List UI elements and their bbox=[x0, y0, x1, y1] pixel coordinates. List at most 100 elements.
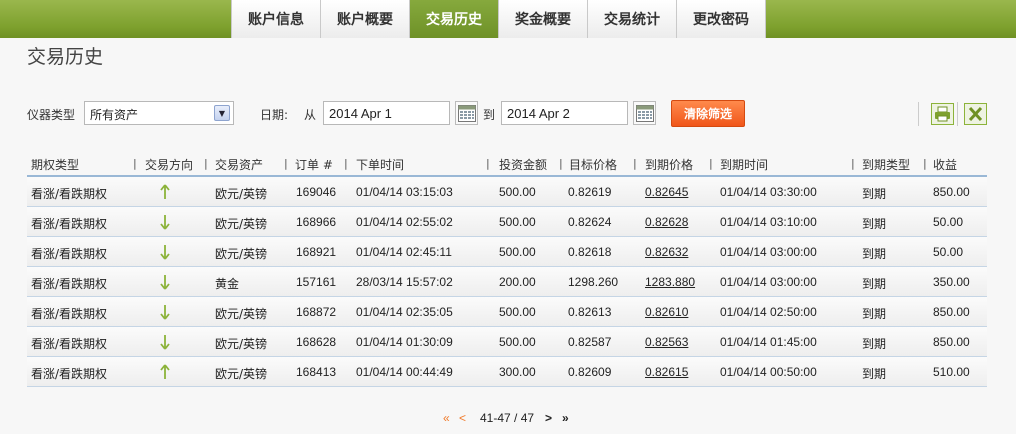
instrument-type-label: 仪器类型 bbox=[27, 108, 76, 122]
cell-order-id: 157161 bbox=[296, 275, 337, 289]
arrow-up-icon bbox=[160, 364, 170, 379]
cell-option-type: 看涨/看跌期权 bbox=[31, 277, 108, 291]
cell-expiry-type: 到期 bbox=[862, 307, 887, 321]
first-page-button[interactable]: « bbox=[443, 411, 450, 425]
cell-expiry-time: 01/04/14 02:50:00 bbox=[720, 305, 817, 319]
cell-expiry-price[interactable]: 0.82563 bbox=[645, 335, 688, 349]
column-header-target-price[interactable]: 目标价格 bbox=[569, 156, 617, 173]
prev-page-button[interactable]: < bbox=[459, 411, 466, 425]
cell-asset: 欧元/英镑 bbox=[215, 217, 268, 231]
top-nav-bar: 账户信息 账户概要 交易历史 奖金概要 交易统计 更改密码 bbox=[0, 0, 1016, 38]
instrument-type-select[interactable]: 所有资产 ▼ bbox=[84, 101, 234, 125]
cell-order-id: 168872 bbox=[296, 305, 337, 319]
cell-profit: 350.00 bbox=[933, 275, 970, 289]
cell-expiry-time: 01/04/14 03:10:00 bbox=[720, 215, 817, 229]
print-button[interactable] bbox=[931, 103, 954, 125]
cell-amount: 200.00 bbox=[499, 275, 536, 289]
table-row: 看涨/看跌期权 欧元/英镑 169046 01/04/14 03:15:03 500.0… bbox=[27, 177, 987, 207]
cell-amount: 500.00 bbox=[499, 335, 536, 349]
cell-order-time: 01/04/14 02:45:11 bbox=[356, 245, 452, 259]
cell-order-id: 168413 bbox=[296, 365, 337, 379]
table-row: 看涨/看跌期权 欧元/英镑 168628 01/04/14 01:30:09 500.0… bbox=[27, 327, 987, 357]
cell-expiry-price[interactable]: 0.82645 bbox=[645, 185, 688, 199]
table-row: 看涨/看跌期权 欧元/英镑 168921 01/04/14 02:45:11 500.0… bbox=[27, 237, 987, 267]
page-title: 交易历史 bbox=[27, 46, 104, 68]
cell-option-type: 看涨/看跌期权 bbox=[31, 247, 108, 261]
cell-target-price: 0.82609 bbox=[568, 365, 612, 379]
last-page-button[interactable]: » bbox=[562, 411, 569, 425]
column-header-expiry-price[interactable]: 到期价格 bbox=[645, 156, 693, 173]
tab-account-summary[interactable]: 账户概要 bbox=[321, 0, 410, 38]
cell-expiry-time: 01/04/14 03:30:00 bbox=[720, 185, 817, 199]
column-divider: | bbox=[204, 157, 208, 170]
toolbar-divider bbox=[918, 102, 919, 126]
cell-amount: 500.00 bbox=[499, 305, 536, 319]
cell-expiry-type: 到期 bbox=[862, 247, 887, 261]
tab-change-password[interactable]: 更改密码 bbox=[677, 0, 766, 38]
cell-target-price: 0.82618 bbox=[568, 245, 612, 259]
clear-filter-button[interactable]: 清除筛选 bbox=[671, 100, 745, 127]
cell-asset: 欧元/英镑 bbox=[215, 307, 268, 321]
next-page-button[interactable]: > bbox=[545, 411, 552, 425]
chevron-down-icon[interactable]: ▼ bbox=[214, 105, 230, 121]
cell-expiry-price[interactable]: 0.82615 bbox=[645, 365, 688, 379]
cell-asset: 欧元/英镑 bbox=[215, 367, 268, 381]
cell-target-price: 0.82587 bbox=[568, 335, 612, 349]
cell-expiry-price[interactable]: 1283.880 bbox=[645, 275, 695, 289]
cell-target-price: 1298.260 bbox=[568, 275, 619, 289]
cell-order-time: 01/04/14 02:55:02 bbox=[356, 215, 453, 229]
column-divider: | bbox=[133, 157, 137, 170]
trade-history-table: 期权类型 | 交易方向 | 交易资产 | 订单 # | 下单时间 | 投资金额 … bbox=[27, 152, 987, 387]
column-divider: | bbox=[559, 157, 563, 170]
date-to-input[interactable]: 2014 Apr 2 bbox=[501, 101, 628, 125]
filter-bar: 仪器类型 所有资产 ▼ 日期: 从 2014 Apr 1 到 2014 Apr … bbox=[27, 100, 997, 127]
tab-account-info[interactable]: 账户信息 bbox=[231, 0, 321, 38]
cell-expiry-price[interactable]: 0.82628 bbox=[645, 215, 688, 229]
column-divider: | bbox=[709, 157, 713, 170]
excel-export-icon bbox=[964, 103, 987, 125]
cell-expiry-time: 01/04/14 03:00:00 bbox=[720, 275, 817, 289]
column-header-expiry-type[interactable]: 到期类型 bbox=[862, 156, 910, 173]
cell-expiry-type: 到期 bbox=[862, 217, 887, 231]
cell-profit: 850.00 bbox=[933, 335, 970, 349]
cell-profit: 510.00 bbox=[933, 365, 970, 379]
column-divider: | bbox=[923, 157, 927, 170]
cell-order-time: 01/04/14 00:44:49 bbox=[356, 365, 453, 379]
column-divider: | bbox=[284, 157, 288, 170]
calendar-from-button[interactable] bbox=[455, 101, 478, 125]
column-header-direction[interactable]: 交易方向 bbox=[145, 156, 193, 173]
print-icon bbox=[931, 103, 954, 125]
column-divider: | bbox=[851, 157, 855, 170]
column-header-profit[interactable]: 收益 bbox=[933, 156, 957, 173]
calendar-to-button[interactable] bbox=[633, 101, 656, 125]
cell-expiry-type: 到期 bbox=[862, 187, 887, 201]
cell-target-price: 0.82613 bbox=[568, 305, 612, 319]
tab-bonus-summary[interactable]: 奖金概要 bbox=[499, 0, 588, 38]
cell-expiry-price[interactable]: 0.82610 bbox=[645, 305, 688, 319]
cell-amount: 300.00 bbox=[499, 365, 536, 379]
calendar-icon bbox=[458, 105, 476, 122]
excel-export-button[interactable] bbox=[964, 103, 987, 125]
column-header-order[interactable]: 订单 # bbox=[295, 156, 333, 173]
cell-expiry-price[interactable]: 0.82632 bbox=[645, 245, 688, 259]
column-header-option-type[interactable]: 期权类型 bbox=[31, 156, 79, 173]
tab-trade-statistics[interactable]: 交易统计 bbox=[588, 0, 677, 38]
column-header-expiry-time[interactable]: 到期时间 bbox=[720, 156, 768, 173]
page-range: 41-47 / 47 bbox=[480, 411, 535, 425]
column-header-amount[interactable]: 投资金额 bbox=[499, 156, 547, 173]
cell-profit: 850.00 bbox=[933, 305, 970, 319]
table-row: 看涨/看跌期权 欧元/英镑 168872 01/04/14 02:35:05 500.0… bbox=[27, 297, 987, 327]
arrow-down-icon bbox=[160, 215, 170, 230]
cell-expiry-type: 到期 bbox=[862, 337, 887, 351]
date-label: 日期: bbox=[260, 108, 289, 122]
tab-trade-history[interactable]: 交易历史 bbox=[410, 0, 499, 38]
cell-option-type: 看涨/看跌期权 bbox=[31, 307, 108, 321]
arrow-down-icon bbox=[160, 275, 170, 290]
date-from-input[interactable]: 2014 Apr 1 bbox=[323, 101, 450, 125]
cell-profit: 50.00 bbox=[933, 215, 964, 229]
column-header-order-time[interactable]: 下单时间 bbox=[356, 156, 404, 173]
cell-order-time: 01/04/14 02:35:05 bbox=[356, 305, 453, 319]
arrow-up-icon bbox=[160, 184, 170, 199]
column-divider: | bbox=[344, 157, 348, 170]
column-header-asset[interactable]: 交易资产 bbox=[215, 156, 263, 173]
